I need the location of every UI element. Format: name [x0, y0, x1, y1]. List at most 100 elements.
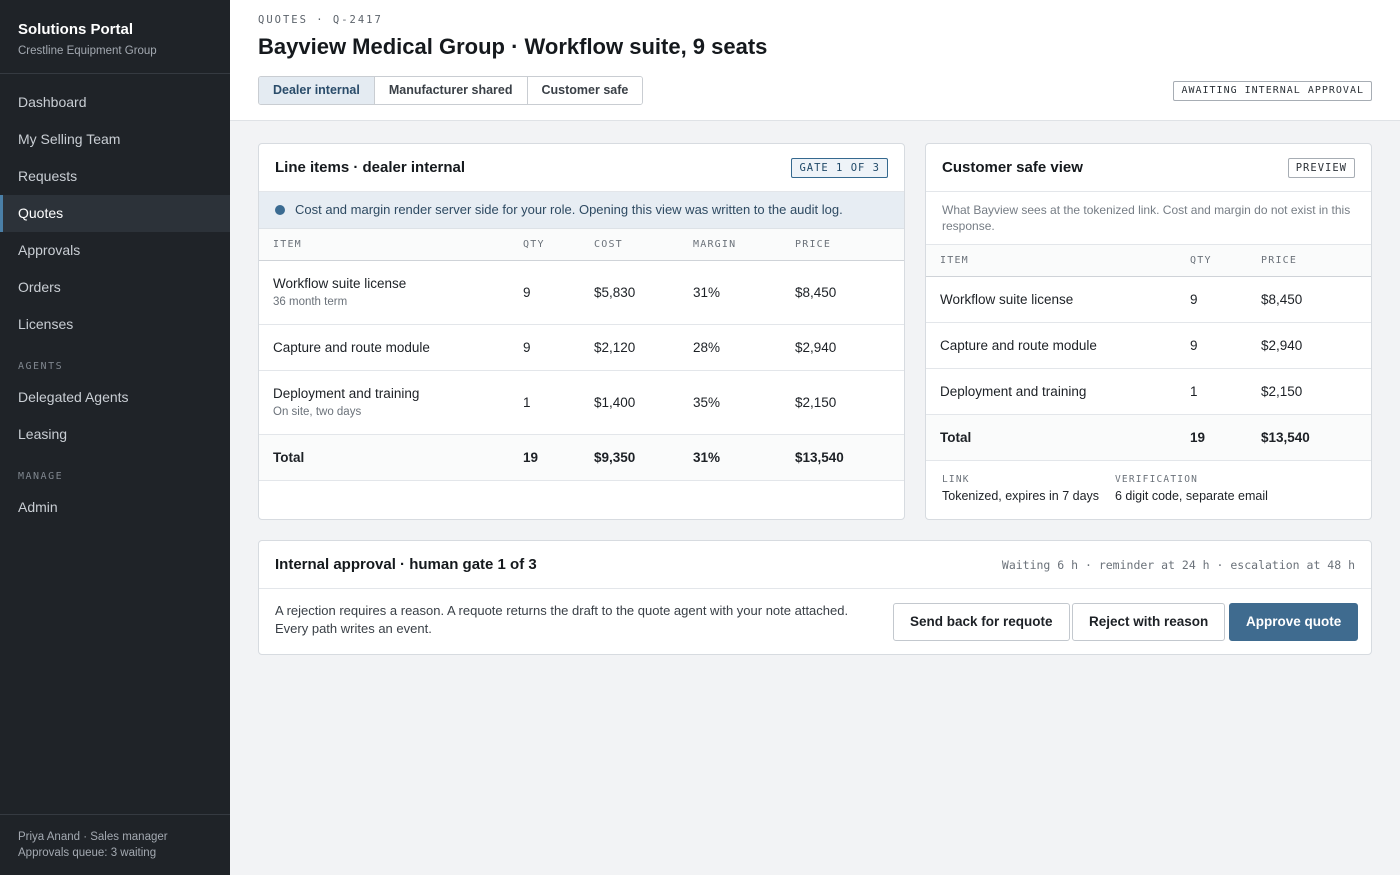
sidebar-item-quotes[interactable]: Quotes: [0, 195, 230, 232]
cost-cell: $1,400: [594, 370, 693, 435]
approval-body: A rejection requires a reason. A requote…: [259, 589, 1371, 654]
customer-view-card: Customer safe view PREVIEW What Bayview …: [925, 143, 1372, 520]
table-row[interactable]: Capture and route module 9 $2,120 28% $2…: [259, 324, 904, 371]
sidebar-item-licenses[interactable]: Licenses: [0, 306, 230, 343]
sidebar-item-label: Quotes: [18, 205, 64, 221]
tab-customer-safe[interactable]: Customer safe: [527, 77, 643, 104]
table-header-row: ITEM QTY PRICE: [926, 245, 1371, 277]
view-tabs: Dealer internal Manufacturer shared Cust…: [258, 76, 644, 105]
sidebar-item-my-selling-team[interactable]: My Selling Team: [0, 121, 230, 158]
send-back-for-requote-button[interactable]: Send back for requote: [893, 603, 1070, 641]
sidebar-item-orders[interactable]: Orders: [0, 269, 230, 306]
table-row[interactable]: Deployment and training On site, two day…: [259, 370, 904, 435]
breadcrumb: QUOTES · Q-2417: [258, 14, 383, 26]
sidebar-section-agents: AGENTS: [18, 361, 64, 372]
total-row: Total 19 $13,540: [926, 414, 1371, 461]
cost-cell: $5,830: [594, 260, 693, 325]
table-row[interactable]: Workflow suite license 9 $8,450: [926, 276, 1371, 323]
brand-subtitle: Crestline Equipment Group: [18, 45, 157, 57]
table-row[interactable]: Deployment and training 1 $2,150: [926, 368, 1371, 415]
line-items-table: ITEM QTY COST MARGIN PRICE Workflow suit…: [259, 229, 904, 481]
qty-cell: 1: [1190, 368, 1261, 415]
verification-info: VERIFICATION 6 digit code, separate emai…: [1115, 474, 1268, 503]
qty-cell: 1: [523, 370, 594, 435]
line-items-title: Line items · dealer internal: [275, 159, 466, 176]
price-cell: $8,450: [1261, 276, 1371, 323]
link-value: Tokenized, expires in 7 days: [942, 488, 1100, 503]
sidebar-item-admin[interactable]: Admin: [0, 489, 230, 526]
brand-title: Solutions Portal: [18, 21, 134, 38]
column-header-price: PRICE: [1261, 245, 1371, 277]
column-header-item: ITEM: [926, 245, 1190, 277]
audit-notice: Cost and margin render server side for y…: [259, 192, 904, 229]
line-items-header: Line items · dealer internal GATE 1 OF 3: [259, 144, 904, 192]
sidebar-item-label: Leasing: [18, 426, 68, 442]
customer-view-title: Customer safe view: [942, 159, 1083, 176]
price-cell: $2,940: [1261, 322, 1371, 369]
sidebar-item-label: Requests: [18, 168, 78, 184]
item-name: Deployment and training: [926, 368, 1190, 415]
column-header-price: PRICE: [795, 229, 904, 261]
sidebar-item-label: Approvals: [18, 242, 81, 258]
item-detail: On site, two days: [273, 406, 362, 418]
price-cell: $2,150: [1261, 368, 1371, 415]
total-qty: 19: [523, 434, 594, 481]
column-header-margin: MARGIN: [693, 229, 795, 261]
sidebar-item-label: Admin: [18, 499, 58, 515]
customer-items-table: ITEM QTY PRICE Workflow suite license 9 …: [926, 245, 1371, 461]
column-header-qty: QTY: [1190, 245, 1261, 277]
item-name: Workflow suite license: [926, 276, 1190, 323]
item-name: Capture and route module: [926, 322, 1190, 369]
total-price: $13,540: [1261, 414, 1371, 461]
total-row: Total 19 $9,350 31% $13,540: [259, 434, 904, 481]
tab-dealer-internal[interactable]: Dealer internal: [259, 77, 375, 104]
customer-view-note: What Bayview sees at the tokenized link.…: [926, 192, 1371, 245]
approval-header: Internal approval · human gate 1 of 3 Wa…: [259, 541, 1371, 589]
table-row[interactable]: Workflow suite license 36 month term 9 $…: [259, 260, 904, 325]
column-header-cost: COST: [594, 229, 693, 261]
sidebar-nav: Dashboard My Selling Team Requests Quote…: [0, 74, 230, 526]
table-row[interactable]: Capture and route module 9 $2,940: [926, 322, 1371, 369]
preview-badge: PREVIEW: [1287, 158, 1355, 178]
item-name: Capture and route module: [259, 324, 523, 371]
sidebar-item-label: Orders: [18, 279, 61, 295]
sidebar-item-label: Delegated Agents: [18, 389, 129, 405]
sidebar-item-leasing[interactable]: Leasing: [0, 416, 230, 453]
approval-card: Internal approval · human gate 1 of 3 Wa…: [258, 540, 1372, 655]
total-cost: $9,350: [594, 434, 693, 481]
approval-instructions: A rejection requires a reason. A requote…: [275, 603, 849, 636]
page-header: QUOTES · Q-2417 Bayview Medical Group · …: [230, 0, 1400, 121]
approve-quote-button[interactable]: Approve quote: [1229, 603, 1359, 641]
cost-cell: $2,120: [594, 324, 693, 371]
column-header-qty: QTY: [523, 229, 594, 261]
verification-label: VERIFICATION: [1115, 473, 1199, 485]
item-cell: Workflow suite license 36 month term: [259, 260, 523, 325]
sidebar: Solutions Portal Crestline Equipment Gro…: [0, 0, 230, 875]
link-info: LINK Tokenized, expires in 7 days: [942, 474, 1115, 503]
sidebar-item-label: My Selling Team: [18, 131, 121, 147]
margin-cell: 31%: [693, 260, 795, 325]
table-header-row: ITEM QTY COST MARGIN PRICE: [259, 229, 904, 261]
qty-cell: 9: [1190, 276, 1261, 323]
info-dot-icon: [275, 205, 285, 215]
price-cell: $2,940: [795, 324, 904, 371]
approval-timer: Waiting 6 h · reminder at 24 h · escalat…: [1001, 558, 1355, 572]
main-content: QUOTES · Q-2417 Bayview Medical Group · …: [230, 0, 1400, 875]
sidebar-item-approvals[interactable]: Approvals: [0, 232, 230, 269]
audit-notice-text: Cost and margin render server side for y…: [295, 202, 843, 217]
customer-view-header: Customer safe view PREVIEW: [926, 144, 1371, 192]
margin-cell: 28%: [693, 324, 795, 371]
verification-value: 6 digit code, separate email: [1115, 488, 1268, 503]
sidebar-item-delegated-agents[interactable]: Delegated Agents: [0, 379, 230, 416]
sidebar-section-manage: MANAGE: [18, 471, 64, 482]
line-items-card: Line items · dealer internal GATE 1 OF 3…: [258, 143, 905, 520]
status-badge: AWAITING INTERNAL APPROVAL: [1173, 81, 1372, 101]
item-cell: Deployment and training On site, two day…: [259, 370, 523, 435]
reject-with-reason-button[interactable]: Reject with reason: [1072, 603, 1226, 641]
sidebar-item-requests[interactable]: Requests: [0, 158, 230, 195]
approvals-queue-count: Approvals queue: 3 waiting: [18, 847, 157, 859]
sidebar-item-dashboard[interactable]: Dashboard: [0, 84, 230, 121]
margin-cell: 35%: [693, 370, 795, 435]
tab-manufacturer-shared[interactable]: Manufacturer shared: [374, 77, 528, 104]
sidebar-item-label: Licenses: [18, 316, 74, 332]
